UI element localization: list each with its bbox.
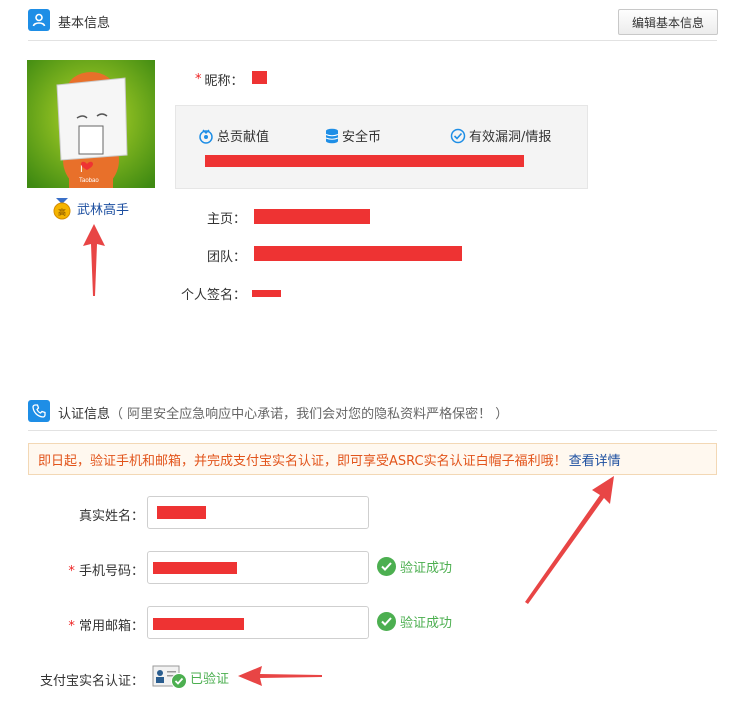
edit-basic-info-button[interactable]: 编辑基本信息 [618, 9, 718, 35]
homepage-value-redacted [254, 209, 370, 224]
coins-icon [325, 128, 339, 144]
signature-label: 个人签名： [180, 288, 246, 303]
nickname-row: * 昵称： [195, 72, 244, 89]
notice-banner: 即日起，验证手机和邮箱，并完成支付宝实名认证，即可享受ASRC实名认证白帽子福利… [28, 443, 717, 475]
stats-values-redacted [205, 155, 524, 167]
medal-icon: 高 [53, 198, 71, 220]
signature-value-redacted [252, 290, 281, 297]
verification-subtitle: （ 阿里安全应急响应中心承诺，我们会对您的隐私资料严格保密！ ） [110, 407, 509, 422]
svg-text:Taobao: Taobao [79, 178, 99, 184]
team-value-redacted [254, 246, 462, 261]
target-icon [198, 128, 214, 144]
email-verified-status: 验证成功 [377, 612, 452, 631]
email-label: 常用邮箱： [78, 619, 144, 634]
email-label-row: * 常用邮箱： [68, 619, 144, 634]
check-icon [377, 557, 396, 576]
section-divider [28, 40, 717, 41]
team-label: 团队： [206, 250, 246, 265]
svg-text:高: 高 [58, 207, 66, 217]
stat-security-coins: 安全币 [325, 126, 381, 145]
check-circle-icon [450, 128, 466, 144]
phone-label: 手机号码： [78, 564, 144, 579]
section-divider [28, 430, 717, 431]
id-card-icon [152, 664, 188, 690]
stats-panel [175, 105, 588, 189]
phone-icon [28, 400, 50, 422]
notice-text: 即日起，验证手机和邮箱，并完成支付宝实名认证，即可享受ASRC实名认证白帽子福利… [38, 453, 567, 469]
real-name-value-redacted [157, 506, 206, 519]
view-details-link[interactable]: 查看详情 [569, 450, 621, 469]
phone-label-row: * 手机号码： [68, 564, 144, 579]
phone-value-redacted [153, 562, 237, 574]
alipay-label: 支付宝实名认证： [39, 674, 144, 689]
stat-total-contribution: 总贡献值 [198, 126, 269, 145]
annotation-arrow-diagonal [525, 476, 614, 604]
annotation-arrow-up [83, 224, 105, 296]
real-name-label: 真实姓名： [78, 509, 144, 524]
alipay-status: 已验证 [152, 664, 229, 690]
rank-badge-label[interactable]: 武林高手 [77, 199, 129, 218]
annotation-arrow-left [238, 666, 322, 686]
nickname-value-redacted [252, 71, 267, 84]
check-icon [377, 612, 396, 631]
user-icon [28, 9, 50, 31]
phone-verified-status: 验证成功 [377, 557, 452, 576]
homepage-label: 主页： [206, 212, 246, 227]
stat-valid-vulnerabilities: 有效漏洞/情报 [450, 126, 551, 145]
avatar: I Taobao [27, 60, 155, 188]
alipay-status-text: 已验证 [190, 671, 230, 687]
nickname-label: 昵称： [204, 74, 244, 89]
verification-title: 认证信息（ 阿里安全应急响应中心承诺，我们会对您的隐私资料严格保密！ ） [58, 407, 509, 422]
email-value-redacted [153, 618, 244, 630]
basic-info-title: 基本信息 [58, 16, 111, 31]
rank-badge: 高 武林高手 [53, 198, 129, 220]
